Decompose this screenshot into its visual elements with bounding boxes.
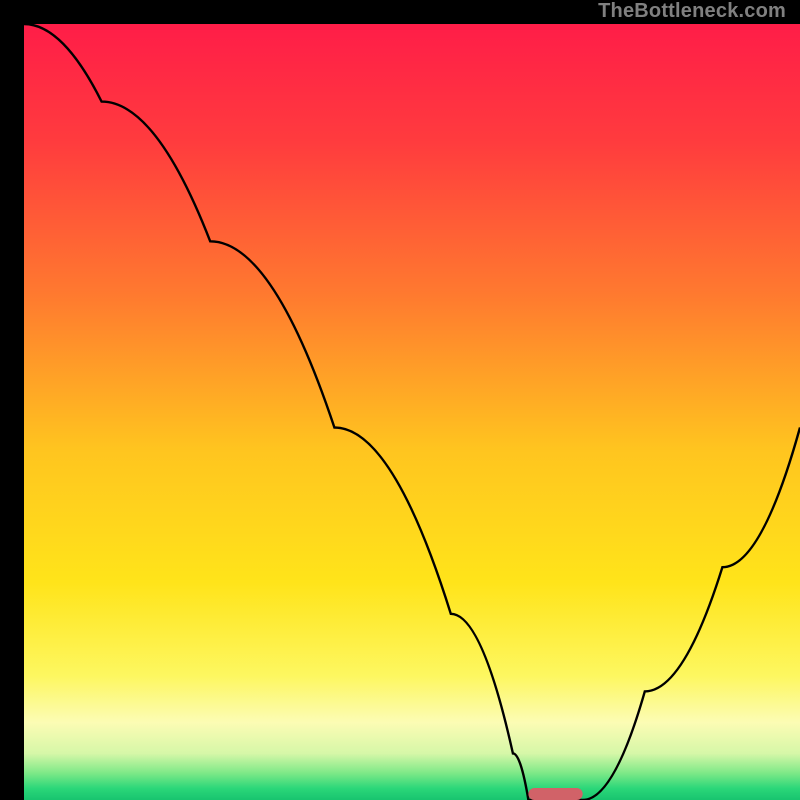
bottleneck-chart <box>24 24 800 800</box>
watermark-text: TheBottleneck.com <box>598 0 786 23</box>
chart-frame <box>12 12 788 788</box>
gradient-background <box>24 24 800 800</box>
sweet-spot-marker <box>528 788 582 800</box>
